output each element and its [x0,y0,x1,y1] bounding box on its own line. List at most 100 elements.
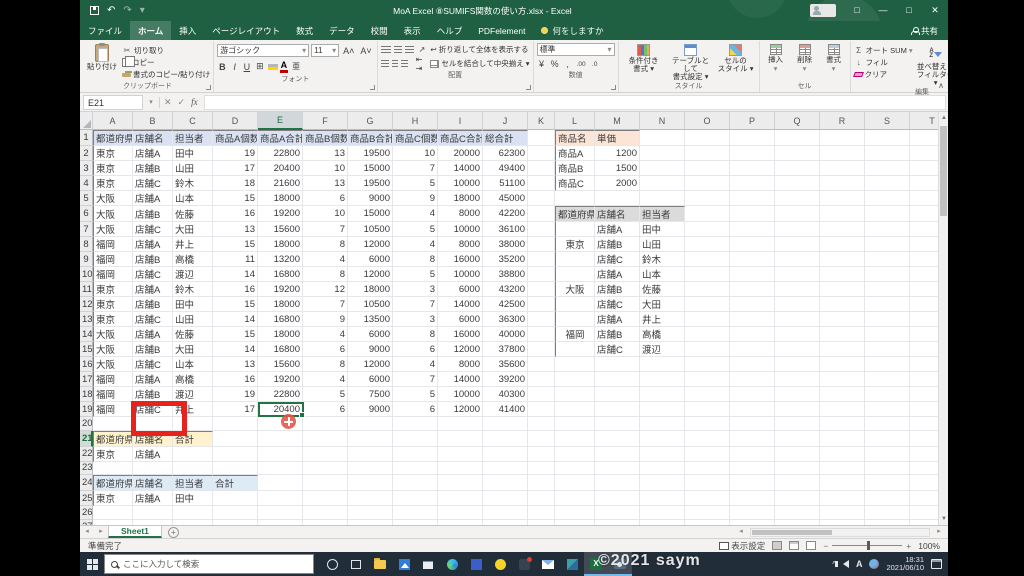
cell-M14[interactable]: 店舗B [595,327,640,342]
cell-J13[interactable]: 36300 [483,312,528,327]
cell-K24[interactable] [528,475,555,492]
cell-I13[interactable]: 6000 [438,312,483,327]
zoom-level[interactable]: 100% [918,541,940,551]
cell-M19[interactable] [595,402,640,417]
cell-H10[interactable]: 5 [393,267,438,282]
cell-A17[interactable]: 福岡 [93,372,133,387]
cell-G14[interactable]: 6000 [348,327,393,342]
cell-K6[interactable] [528,206,555,222]
cell-O15[interactable] [685,342,730,357]
cell-J19[interactable]: 41400 [483,402,528,417]
cell-L16[interactable] [555,357,595,372]
cell-B27[interactable] [133,519,173,525]
cell-L10[interactable] [555,267,595,282]
cell-B10[interactable]: 店舗C [133,267,173,282]
cell-Q23[interactable] [775,461,820,476]
cell-K20[interactable] [528,417,555,431]
cell-S12[interactable] [865,297,910,312]
cell-F10[interactable]: 8 [303,267,348,282]
cell-K12[interactable] [528,297,555,312]
cell-B12[interactable]: 店舗B [133,297,173,312]
close-button[interactable]: ✕ [922,0,948,21]
cell-O21[interactable] [685,430,730,447]
cell-B9[interactable]: 店舗B [133,252,173,267]
cell-O23[interactable] [685,461,730,476]
cell-I25[interactable] [438,491,483,507]
cell-L26[interactable] [555,506,595,520]
row-header-12[interactable]: 12 [80,297,93,312]
cell-D1[interactable]: 商品A個数 [213,130,258,146]
cell-B4[interactable]: 店舗C [133,176,173,191]
cell-D4[interactable]: 18 [213,176,258,191]
cell-F8[interactable]: 8 [303,237,348,252]
cell-R7[interactable] [820,222,865,237]
cell-T13[interactable] [910,312,938,327]
cell-R10[interactable] [820,267,865,282]
cell-H20[interactable] [393,417,438,431]
cell-M20[interactable] [595,417,640,431]
task-view-button[interactable] [344,552,368,576]
cell-C25[interactable]: 田中 [173,491,213,507]
cell-S4[interactable] [865,176,910,191]
cell-C23[interactable] [173,461,213,476]
cell-R3[interactable] [820,161,865,176]
cell-O8[interactable] [685,237,730,252]
start-button[interactable] [80,552,104,576]
cell-L21[interactable] [555,430,595,447]
cell-A7[interactable]: 大阪 [93,222,133,237]
cell-F20[interactable] [303,417,348,431]
cell-R18[interactable] [820,387,865,402]
cell-O11[interactable] [685,282,730,297]
file-explorer-button[interactable] [368,552,392,576]
cell-T9[interactable] [910,252,938,267]
cell-B6[interactable]: 店舗B [133,206,173,222]
cell-D25[interactable] [213,491,258,507]
cell-L27[interactable] [555,519,595,525]
cell-R2[interactable] [820,146,865,161]
cell-E26[interactable] [258,506,303,520]
cell-S11[interactable] [865,282,910,297]
cell-H2[interactable]: 10 [393,146,438,161]
cell-A6[interactable]: 大阪 [93,206,133,222]
cell-G17[interactable]: 6000 [348,372,393,387]
cell-C11[interactable]: 鈴木 [173,282,213,297]
cell-N6[interactable]: 担当者 [640,206,685,222]
cell-D5[interactable]: 15 [213,191,258,206]
italic-button[interactable]: I [230,62,240,72]
cell-Q18[interactable] [775,387,820,402]
cell-O16[interactable] [685,357,730,372]
cell-A3[interactable]: 東京 [93,161,133,176]
phonetic-button[interactable]: 亜 [290,61,302,72]
cell-T15[interactable] [910,342,938,357]
cell-L12[interactable] [555,297,595,312]
column-header-S[interactable]: S [865,112,910,130]
row-header-5[interactable]: 5 [80,191,93,206]
cell-S2[interactable] [865,146,910,161]
row-header-22[interactable]: 22 [80,446,93,462]
cell-O10[interactable] [685,267,730,282]
format-cells-button[interactable]: 書式 ▾ [821,43,847,73]
cell-I17[interactable]: 14000 [438,372,483,387]
cell-B23[interactable] [133,461,173,476]
cell-L7[interactable] [555,222,595,237]
tab-review[interactable]: 校閲 [363,21,396,40]
cell-P24[interactable] [730,475,775,492]
cell-S8[interactable] [865,237,910,252]
cell-B13[interactable]: 店舗C [133,312,173,327]
cell-K3[interactable] [528,161,555,176]
cell-S22[interactable] [865,446,910,462]
column-header-A[interactable]: A [93,112,133,130]
cell-R9[interactable] [820,252,865,267]
row-header-3[interactable]: 3 [80,161,93,176]
cell-I16[interactable]: 8000 [438,357,483,372]
cell-O18[interactable] [685,387,730,402]
font-dialog-launcher-icon[interactable] [369,85,375,90]
cell-B5[interactable]: 店舗A [133,191,173,206]
cell-N15[interactable]: 渡辺 [640,342,685,357]
cell-F16[interactable]: 8 [303,357,348,372]
cell-G16[interactable]: 12000 [348,357,393,372]
cell-D3[interactable]: 17 [213,161,258,176]
cell-G23[interactable] [348,461,393,476]
cell-K13[interactable] [528,312,555,327]
cell-M21[interactable] [595,430,640,447]
